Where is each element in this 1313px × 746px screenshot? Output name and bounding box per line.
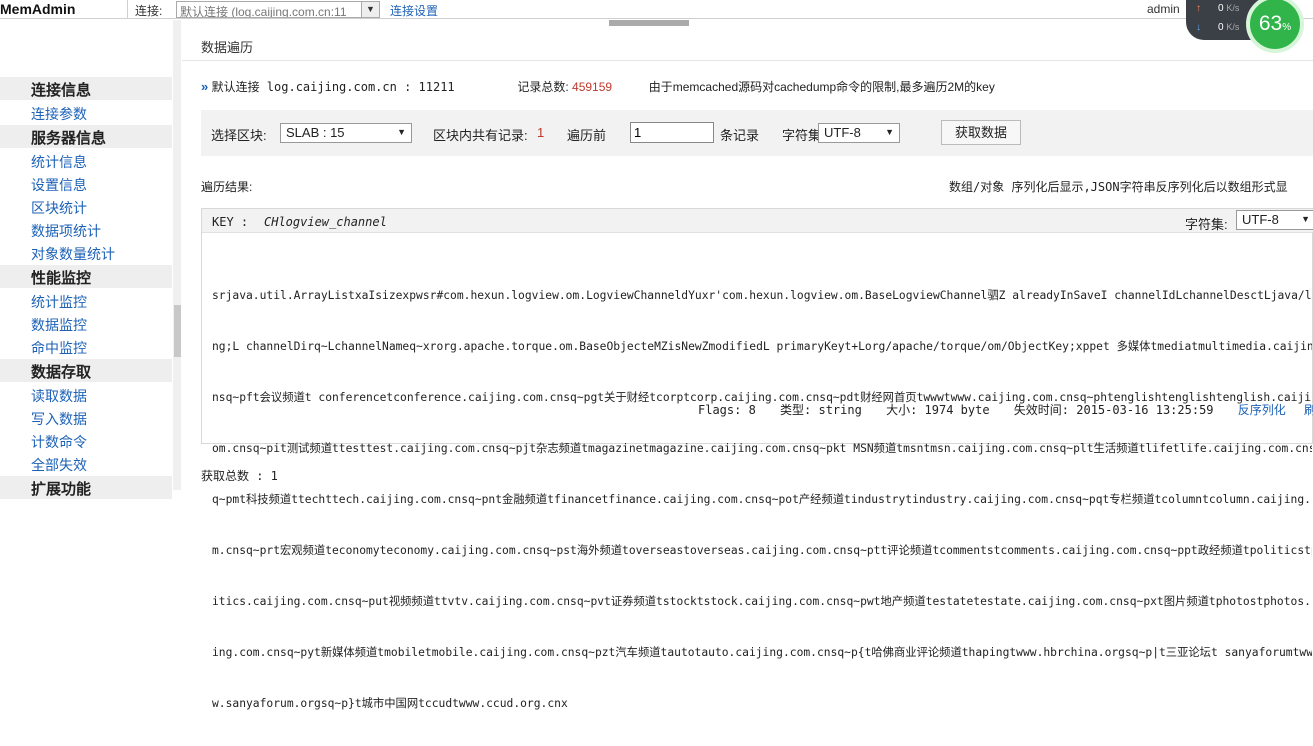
topbar-divider — [127, 0, 128, 19]
sidebar-item-write-data[interactable]: 写入数据 — [31, 409, 87, 429]
sidebar-scrollbar-thumb[interactable] — [174, 305, 181, 357]
records-value: 459159 — [572, 80, 613, 94]
flags-value: Flags: 8 — [698, 403, 756, 417]
sidebar-item-data-monitor[interactable]: 数据监控 — [31, 315, 87, 335]
records-label: 记录总数: — [517, 80, 569, 94]
value-line: srjava.util.ArrayListxaIsizexpwsr#com.he… — [212, 289, 1312, 302]
fetch-total: 获取总数 : 1 — [201, 469, 278, 483]
key-value: CHlogview_channel — [264, 215, 387, 229]
sidebar-group-extensions: 扩展功能 — [0, 476, 172, 499]
value-content: srjava.util.ArrayListxaIsizexpwsr#com.he… — [212, 253, 1312, 746]
chevron-right-icon: » — [201, 79, 209, 94]
filter-panel: 选择区块: SLAB : 15 ▼ 区块内共有记录: 1 遍历前 条记录 字符集… — [201, 110, 1313, 156]
sidebar-group-data-access: 数据存取 — [0, 359, 172, 382]
sidebar-item-counter[interactable]: 计数命令 — [31, 432, 87, 452]
chevron-down-icon: ▼ — [397, 127, 406, 137]
expire-value: 失效时间: 2015-03-16 13:25:59 — [1013, 403, 1214, 417]
sidebar-item-object-count[interactable]: 对象数量统计 — [31, 244, 115, 264]
result-charset-select[interactable]: UTF-8 ▼ — [1236, 210, 1313, 230]
sidebar-item-slab-stats[interactable]: 区块统计 — [31, 198, 87, 218]
chevron-down-icon[interactable]: ▼ — [361, 2, 379, 17]
result-label: 遍历结果: — [201, 180, 253, 194]
result-panel: KEY : CHlogview_channel 字符集: UTF-8 ▼ srj… — [201, 208, 1313, 710]
refresh-link[interactable]: 刷新 — [1304, 403, 1313, 417]
connection-label: 连接: — [135, 4, 163, 18]
sidebar-item-settings[interactable]: 设置信息 — [31, 175, 87, 195]
sidebar-group-connection: 连接信息 — [0, 77, 172, 100]
upload-speed: 0 — [1218, 3, 1224, 14]
value-line: q~pmt科技频道ttechttech.caijing.com.cnsq~pnt… — [212, 493, 1312, 506]
slab-label: 选择区块: — [211, 128, 267, 143]
limit-note: 由于memcached源码对cachedump命令的限制,最多遍历2M的key — [648, 80, 995, 94]
value-line: w.sanyaforum.orgsq~p}t城市中国网tccudtwww.ccu… — [212, 697, 568, 710]
app-title: MemAdmin — [0, 1, 76, 17]
top-bar: MemAdmin 连接: 默认连接 (log.caijing.com.cn:11… — [0, 0, 1313, 19]
block-records-value: 1 — [537, 125, 545, 140]
value-line: om.cnsq~pit测试频道ttesttest.caijing.com.cns… — [212, 442, 1312, 455]
user-name: admin — [1147, 2, 1180, 16]
key-label: KEY : — [212, 215, 249, 229]
size-value: 大小: 1974 byte — [886, 403, 990, 417]
charset-select[interactable]: UTF-8 ▼ — [818, 123, 900, 143]
sidebar-item-read-data[interactable]: 读取数据 — [31, 386, 87, 406]
traverse-unit: 条记录 — [720, 128, 760, 143]
frame-resize-handle[interactable] — [609, 20, 689, 26]
traverse-count-input[interactable] — [630, 122, 714, 143]
sidebar-item-stats[interactable]: 统计信息 — [31, 152, 87, 172]
sidebar-group-server: 服务器信息 — [0, 125, 172, 148]
item-meta: Flags: 8 类型: string 大小: 1974 byte 失效时间: … — [698, 401, 1313, 418]
value-line: ing.com.cnsq~pyt新媒体频道tmobiletmobile.caij… — [212, 646, 1312, 659]
block-records-label: 区块内共有记录: — [433, 128, 528, 143]
chevron-down-icon: ▼ — [1301, 214, 1310, 224]
slab-select[interactable]: SLAB : 15 ▼ — [280, 123, 412, 143]
sidebar-item-stats-monitor[interactable]: 统计监控 — [31, 292, 87, 312]
deserialize-link[interactable]: 反序列化 — [1238, 403, 1286, 417]
main-content: 数据遍历 » 默认连接 log.caijing.com.cn : 11211 记… — [182, 20, 1313, 710]
upload-arrow-icon: ↑ — [1196, 3, 1201, 14]
sidebar: 连接信息 连接参数 服务器信息 统计信息 设置信息 区块统计 数据项统计 对象数… — [0, 20, 181, 499]
value-line: m.cnsq~prt宏观频道teconomyteconomy.caijing.c… — [212, 544, 1312, 557]
traverse-label: 遍历前 — [567, 128, 607, 143]
result-charset-label: 字符集: — [1185, 217, 1228, 232]
connection-settings-link[interactable]: 连接设置 — [390, 2, 438, 19]
key-bar: KEY : CHlogview_channel 字符集: UTF-8 ▼ — [202, 209, 1313, 233]
title-divider — [182, 60, 1313, 61]
connection-info-text: 默认连接 log.caijing.com.cn : 11211 — [211, 80, 455, 94]
result-hint: 数组/对象 序列化后显示,JSON字符串反序列化后以数组形式显 — [949, 180, 1288, 194]
connection-select[interactable]: 默认连接 (log.caijing.com.cn:11 ▼ — [176, 1, 380, 18]
sidebar-item-item-stats[interactable]: 数据项统计 — [31, 221, 101, 241]
sidebar-item-hit-monitor[interactable]: 命中监控 — [31, 338, 87, 358]
value-line: ng;L channelDirq~LchannelNameq~xrorg.apa… — [212, 340, 1312, 353]
type-value: 类型: string — [780, 403, 862, 417]
chevron-down-icon: ▼ — [885, 127, 894, 137]
connection-value: 默认连接 (log.caijing.com.cn:11 — [180, 5, 347, 18]
sidebar-item-flush-all[interactable]: 全部失效 — [31, 455, 87, 475]
value-line: itics.caijing.com.cnsq~put视频频道ttvtv.caij… — [212, 595, 1312, 608]
connection-info: » 默认连接 log.caijing.com.cn : 11211 记录总数: … — [201, 78, 995, 95]
sidebar-item-connection-params[interactable]: 连接参数 — [31, 104, 87, 124]
sidebar-group-monitor: 性能监控 — [0, 265, 172, 288]
sidebar-scrollbar[interactable] — [173, 20, 181, 490]
page-title: 数据遍历 — [201, 40, 254, 55]
fetch-data-button[interactable]: 获取数据 — [941, 120, 1021, 145]
